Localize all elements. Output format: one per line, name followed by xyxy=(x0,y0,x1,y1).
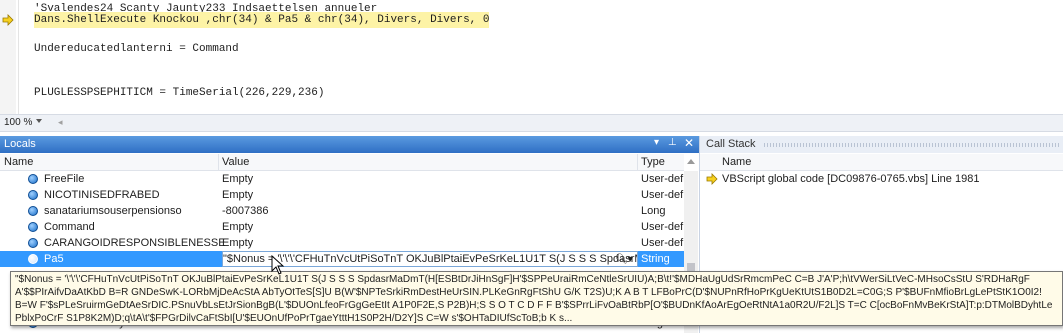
column-header-name[interactable]: Name xyxy=(4,154,33,170)
variable-icon xyxy=(28,174,38,184)
locals-row[interactable]: NICOTINISEDFRABED Empty User-def xyxy=(0,187,684,203)
code-line-current-statement: Dans.ShellExecute Knockou ,chr(34) & Pa5… xyxy=(34,12,490,28)
tooltip-line: "$Nonus = '\'\'\'CFHuTnVcUtPiSoTnT OKJuB… xyxy=(15,274,1030,285)
drag-grip[interactable] xyxy=(764,143,1059,147)
call-stack-column-header: Name xyxy=(700,154,1063,171)
call-stack-title[interactable]: Call Stack xyxy=(706,138,756,150)
locals-row[interactable]: FreeFile Empty User-def xyxy=(0,171,684,187)
column-header-name[interactable]: Name xyxy=(722,154,751,170)
variable-icon xyxy=(28,254,38,264)
current-frame-arrow-icon xyxy=(706,173,718,185)
column-header-type[interactable]: Type xyxy=(641,154,665,170)
tooltip-line: A'$$PIrAifvDaAtKbD B=R GNDeSwK-LORbMjDeA… xyxy=(15,287,1042,298)
variable-value[interactable]: Empty xyxy=(222,187,636,203)
locals-row[interactable]: sanatariumsouserpensionso -8007386 Long xyxy=(0,203,684,219)
editor-margin-line xyxy=(18,0,19,114)
variable-value[interactable]: -8007386 xyxy=(222,203,636,219)
code-line: Undereducatedlanterni = Command xyxy=(34,43,239,55)
close-icon[interactable]: ✕ xyxy=(684,136,694,150)
call-stack-frame[interactable]: VBScript global code [DC09876-0765.vbs] … xyxy=(700,171,1063,187)
variable-name: FreeFile xyxy=(44,173,85,185)
code-editor[interactable]: 'Svalendes24 Scanty Jaunty233 Indsaettel… xyxy=(0,0,1063,114)
variable-type: User-def xyxy=(641,189,684,201)
locals-column-header: Name Value Type xyxy=(0,154,684,171)
tooltip-line: PblxPoCrF S1P8K2M)D;q\tA\t'$FPGrDilvCaFt… xyxy=(15,313,573,324)
column-divider[interactable] xyxy=(218,154,219,170)
locals-row[interactable]: Command Empty User-def xyxy=(0,219,684,235)
current-statement-arrow-icon xyxy=(2,14,14,26)
zoom-level[interactable]: 100 % xyxy=(4,116,32,130)
variable-name: sanatariumsouserpensionso xyxy=(44,205,182,217)
value-tooltip: "$Nonus = '\'\'\'CFHuTnVcUtPiSoTnT OKJuB… xyxy=(10,271,1063,326)
locals-row[interactable]: CARANGOIDRESPONSIBLENESSE Empty User-def xyxy=(0,235,684,251)
variable-icon xyxy=(28,238,38,248)
variable-icon xyxy=(28,190,38,200)
variable-type: User-def xyxy=(641,237,684,249)
variable-icon xyxy=(28,222,38,232)
scroll-up-icon[interactable] xyxy=(687,159,695,164)
variable-type: Long xyxy=(641,205,666,217)
variable-type: String xyxy=(641,253,670,265)
variable-type: User-def xyxy=(641,173,684,185)
locals-title-bar: Locals ▾ ⊥ ✕ xyxy=(0,136,699,153)
call-stack-frame-label: VBScript global code [DC09876-0765.vbs] … xyxy=(722,173,980,185)
locals-title: Locals xyxy=(4,138,36,150)
variable-icon xyxy=(28,206,38,216)
variable-name: Pa5 xyxy=(44,253,64,265)
scroll-left-icon[interactable]: ◂ xyxy=(58,117,63,128)
variable-value[interactable]: Empty xyxy=(222,235,636,251)
variable-type: User-def xyxy=(641,221,684,233)
editor-status-bar: 100 % ◂ xyxy=(0,114,1063,132)
mouse-pointer-icon xyxy=(271,255,285,275)
zoom-dropdown-icon[interactable] xyxy=(36,119,42,123)
code-line: PLUGLESSPSEPHITICM = TimeSerial(226,229,… xyxy=(34,87,325,99)
variable-name: Command xyxy=(44,221,95,233)
column-header-value[interactable]: Value xyxy=(222,154,249,170)
window-position-dropdown-icon[interactable]: ▾ xyxy=(654,137,659,148)
variable-value[interactable]: Empty xyxy=(222,171,636,187)
locals-row-selected[interactable]: Pa5 "$Nonus = '\'\'\'CFHuTnVcUtPiSoTnT O… xyxy=(0,251,684,267)
call-stack-title-bar: Call Stack xyxy=(700,136,1063,153)
variable-value[interactable]: Empty xyxy=(222,219,636,235)
pin-icon[interactable]: ⊥ xyxy=(668,137,677,148)
variable-name: NICOTINISEDFRABED xyxy=(44,189,160,201)
column-divider[interactable] xyxy=(637,154,638,170)
tooltip-line: B=W F'$sPLeSruirmGeDtAeSrDIC.PSnuVbLsEtJ… xyxy=(15,300,1053,311)
variable-name: CARANGOIDRESPONSIBLENESSE xyxy=(44,237,226,249)
magnifier-visualizer-icon[interactable]: 🔍︎▾ xyxy=(615,252,633,268)
